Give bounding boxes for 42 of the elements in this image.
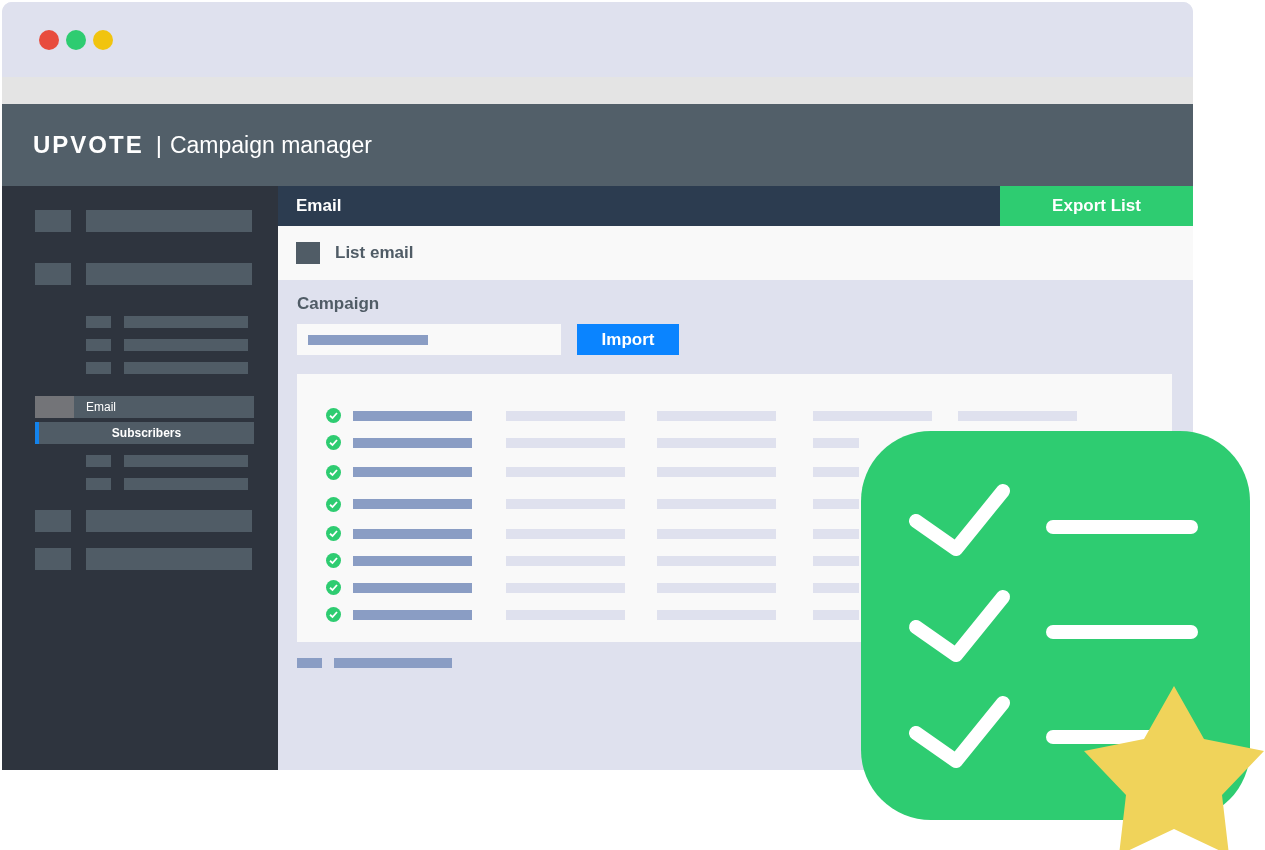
placeholder-bar xyxy=(813,499,859,509)
square-icon xyxy=(35,396,74,418)
import-button[interactable]: Import xyxy=(577,324,679,355)
placeholder-bar xyxy=(813,582,859,593)
window-control-button[interactable] xyxy=(39,29,59,50)
placeholder-bar xyxy=(813,555,859,566)
placeholder-bar xyxy=(86,455,111,467)
sidebar-label: Email xyxy=(86,400,116,414)
placeholder-bar xyxy=(813,437,859,448)
check-icon[interactable] xyxy=(326,580,341,595)
app-title: Campaign manager xyxy=(169,131,372,159)
placeholder-bar xyxy=(86,362,111,374)
campaign-input-field[interactable] xyxy=(297,324,561,355)
check-icon[interactable] xyxy=(326,553,341,568)
sidebar-item[interactable]: Subscribers xyxy=(35,422,254,444)
check-icon[interactable] xyxy=(326,496,341,512)
check-icon[interactable] xyxy=(326,464,341,480)
square-icon xyxy=(296,242,320,264)
window-control-button[interactable] xyxy=(66,29,86,50)
sidebar-item[interactable]: Email xyxy=(35,396,254,418)
check-icon[interactable] xyxy=(326,607,341,622)
placeholder-bar xyxy=(813,609,859,620)
separator: | xyxy=(155,131,162,159)
placeholder-bar xyxy=(35,510,71,532)
placeholder-bar xyxy=(86,339,111,351)
star-icon xyxy=(1084,686,1264,850)
placeholder-bar xyxy=(297,658,322,668)
logo: UPVOTE xyxy=(33,131,144,159)
placeholder-bar xyxy=(813,528,859,539)
check-icon[interactable] xyxy=(326,435,341,450)
placeholder-bar xyxy=(35,210,71,232)
placeholder-bar xyxy=(86,316,111,328)
section-title: Email xyxy=(296,196,342,216)
placeholder-bar xyxy=(35,548,71,570)
placeholder-bar xyxy=(813,467,859,477)
placeholder-bar xyxy=(35,263,71,285)
window-control-button[interactable] xyxy=(93,29,113,50)
list-title: List email xyxy=(335,243,414,263)
check-icon[interactable] xyxy=(326,526,341,541)
campaign-label: Campaign xyxy=(297,294,381,314)
placeholder-bar xyxy=(86,478,111,490)
check-icon[interactable] xyxy=(326,408,341,423)
